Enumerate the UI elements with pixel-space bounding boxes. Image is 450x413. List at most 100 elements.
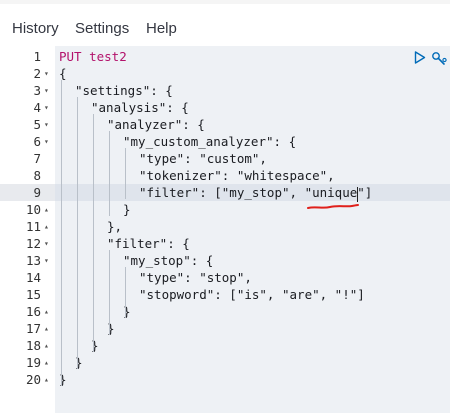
code-line[interactable]: 9 "filter": ["my_stop", "unique"] [0, 184, 450, 201]
code-line-content[interactable]: "analysis": { [55, 99, 450, 116]
line-number: 12 [25, 236, 41, 251]
line-number-cell: 9 [0, 184, 55, 201]
line-number-cell: 18 ▴ [0, 337, 55, 354]
code-text: "type": "stop", [139, 270, 252, 285]
code-line-content[interactable]: "settings": { [55, 82, 450, 99]
line-number: 20 [25, 372, 41, 387]
line-number-cell: 13 ▾ [0, 252, 55, 269]
code-line[interactable]: 13 ▾ "my_stop": { [0, 252, 450, 269]
code-line[interactable]: 8 "tokenizer": "whitespace", [0, 167, 450, 184]
code-line-content[interactable]: "tokenizer": "whitespace", [55, 167, 450, 184]
line-number-cell: 19 ▴ [0, 354, 55, 371]
code-text: "my_custom_analyzer": { [123, 134, 297, 149]
menu-settings[interactable]: Settings [75, 20, 129, 37]
line-number: 3 [33, 83, 41, 98]
code-line[interactable]: 11 ▴}, [0, 218, 450, 235]
code-line[interactable]: 19 ▴} [0, 354, 450, 371]
code-line[interactable]: 4 ▾ "analysis": { [0, 99, 450, 116]
line-number: 11 [25, 219, 41, 234]
code-line-content[interactable]: "stopword": ["is", "are", "!"] [55, 286, 450, 303]
wrench-icon[interactable] [430, 50, 448, 66]
code-line-content[interactable]: } [55, 303, 450, 320]
menu-help[interactable]: Help [146, 20, 177, 37]
menu-history[interactable]: History [12, 20, 59, 37]
line-number-cell: 14 [0, 269, 55, 286]
code-line[interactable]: 1 PUT test2 [0, 48, 450, 65]
fold-open-icon[interactable]: ▾ [44, 133, 49, 150]
fold-close-icon[interactable]: ▴ [44, 218, 49, 235]
fold-close-icon[interactable]: ▴ [44, 354, 49, 371]
indent-guide [125, 148, 126, 199]
code-line[interactable]: 14 "type": "stop", [0, 269, 450, 286]
fold-close-icon[interactable]: ▴ [44, 337, 49, 354]
indent-guide [61, 80, 62, 386]
line-number: 2 [33, 66, 41, 81]
fold-open-icon[interactable]: ▾ [44, 82, 49, 99]
code-line[interactable]: 5 ▾ "analyzer": { [0, 116, 450, 133]
code-line-content[interactable]: PUT test2 [55, 48, 450, 65]
text-cursor [357, 187, 358, 202]
code-line-content[interactable]: { [55, 65, 450, 82]
menu-bar: History Settings Help [0, 0, 450, 44]
line-number: 7 [33, 151, 41, 166]
code-line[interactable]: 18 ▴} [0, 337, 450, 354]
code-line[interactable]: 12 ▾ "filter": { [0, 235, 450, 252]
indent-guide [109, 131, 110, 216]
line-number: 19 [25, 355, 41, 370]
fold-open-icon[interactable]: ▾ [44, 252, 49, 269]
line-number: 17 [25, 321, 41, 336]
code-line-content[interactable]: "filter": { [55, 235, 450, 252]
code-line[interactable]: 10 ▴} [0, 201, 450, 218]
code-line-content[interactable]: } [55, 320, 450, 337]
code-text: "filter": ["my_stop", "unique"] [139, 185, 373, 200]
code-text: "stopword": ["is", "are", "!"] [139, 287, 365, 302]
code-line[interactable]: 3 ▾ "settings": { [0, 82, 450, 99]
fold-close-icon[interactable]: ▴ [44, 371, 49, 388]
code-line[interactable]: 15 "stopword": ["is", "are", "!"] [0, 286, 450, 303]
code-line[interactable]: 2 ▾ { [0, 65, 450, 82]
line-number: 6 [33, 134, 41, 149]
code-line-content[interactable]: } [55, 371, 450, 388]
indent-guide [125, 267, 126, 318]
line-number: 16 [25, 304, 41, 319]
code-line-content[interactable]: "analyzer": { [55, 116, 450, 133]
code-line-content[interactable]: } [55, 354, 450, 371]
code-editor[interactable]: 1 PUT test2 2 ▾{3 ▾ "settings": {4 ▾ "analysis"… [0, 46, 450, 413]
line-number: 15 [25, 287, 41, 302]
line-number: 10 [25, 202, 41, 217]
line-number: 8 [33, 168, 41, 183]
line-number: 18 [25, 338, 41, 353]
code-line[interactable]: 20 ▴} [0, 371, 450, 388]
code-line[interactable]: 17 ▴} [0, 320, 450, 337]
code-text: }, [107, 219, 123, 234]
fold-close-icon[interactable]: ▴ [44, 320, 49, 337]
fold-open-icon[interactable]: ▾ [44, 116, 49, 133]
line-number: 4 [33, 100, 41, 115]
fold-close-icon[interactable]: ▴ [44, 201, 49, 218]
line-number-cell: 7 [0, 150, 55, 167]
fold-open-icon[interactable]: ▾ [44, 99, 49, 116]
line-number-cell: 16 ▴ [0, 303, 55, 320]
line-number-cell: 3 ▾ [0, 82, 55, 99]
code-line[interactable]: 7 "type": "custom", [0, 150, 450, 167]
code-line-content[interactable]: "filter": ["my_stop", "unique"] [55, 184, 450, 201]
code-line-content[interactable]: "my_custom_analyzer": { [55, 133, 450, 150]
code-text: "my_stop": { [123, 253, 214, 268]
line-number-cell: 20 ▴ [0, 371, 55, 388]
code-line[interactable]: 16 ▴} [0, 303, 450, 320]
code-line[interactable]: 6 ▾ "my_custom_analyzer": { [0, 133, 450, 150]
code-line-content[interactable]: } [55, 201, 450, 218]
line-number-cell: 6 ▾ [0, 133, 55, 150]
fold-open-icon[interactable]: ▾ [44, 65, 49, 82]
code-line-content[interactable]: }, [55, 218, 450, 235]
line-number-cell: 4 ▾ [0, 99, 55, 116]
code-line-content[interactable]: "type": "custom", [55, 150, 450, 167]
fold-close-icon[interactable]: ▴ [44, 303, 49, 320]
code-text: "tokenizer": "whitespace", [139, 168, 335, 183]
fold-open-icon[interactable]: ▾ [44, 235, 49, 252]
code-line-content[interactable]: "my_stop": { [55, 252, 450, 269]
code-line-content[interactable]: "type": "stop", [55, 269, 450, 286]
play-icon[interactable] [414, 51, 426, 64]
code-line-content[interactable]: } [55, 337, 450, 354]
line-number: 5 [33, 117, 41, 132]
